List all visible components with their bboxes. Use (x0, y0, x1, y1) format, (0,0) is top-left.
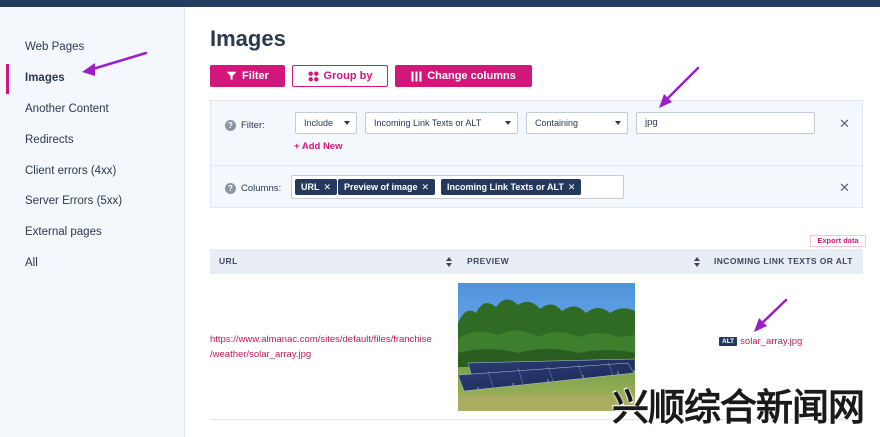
watermark-text: 兴顺综合新闻网 (612, 386, 865, 429)
arrowhead (82, 63, 95, 76)
annotation-arrows (82, 51, 788, 332)
